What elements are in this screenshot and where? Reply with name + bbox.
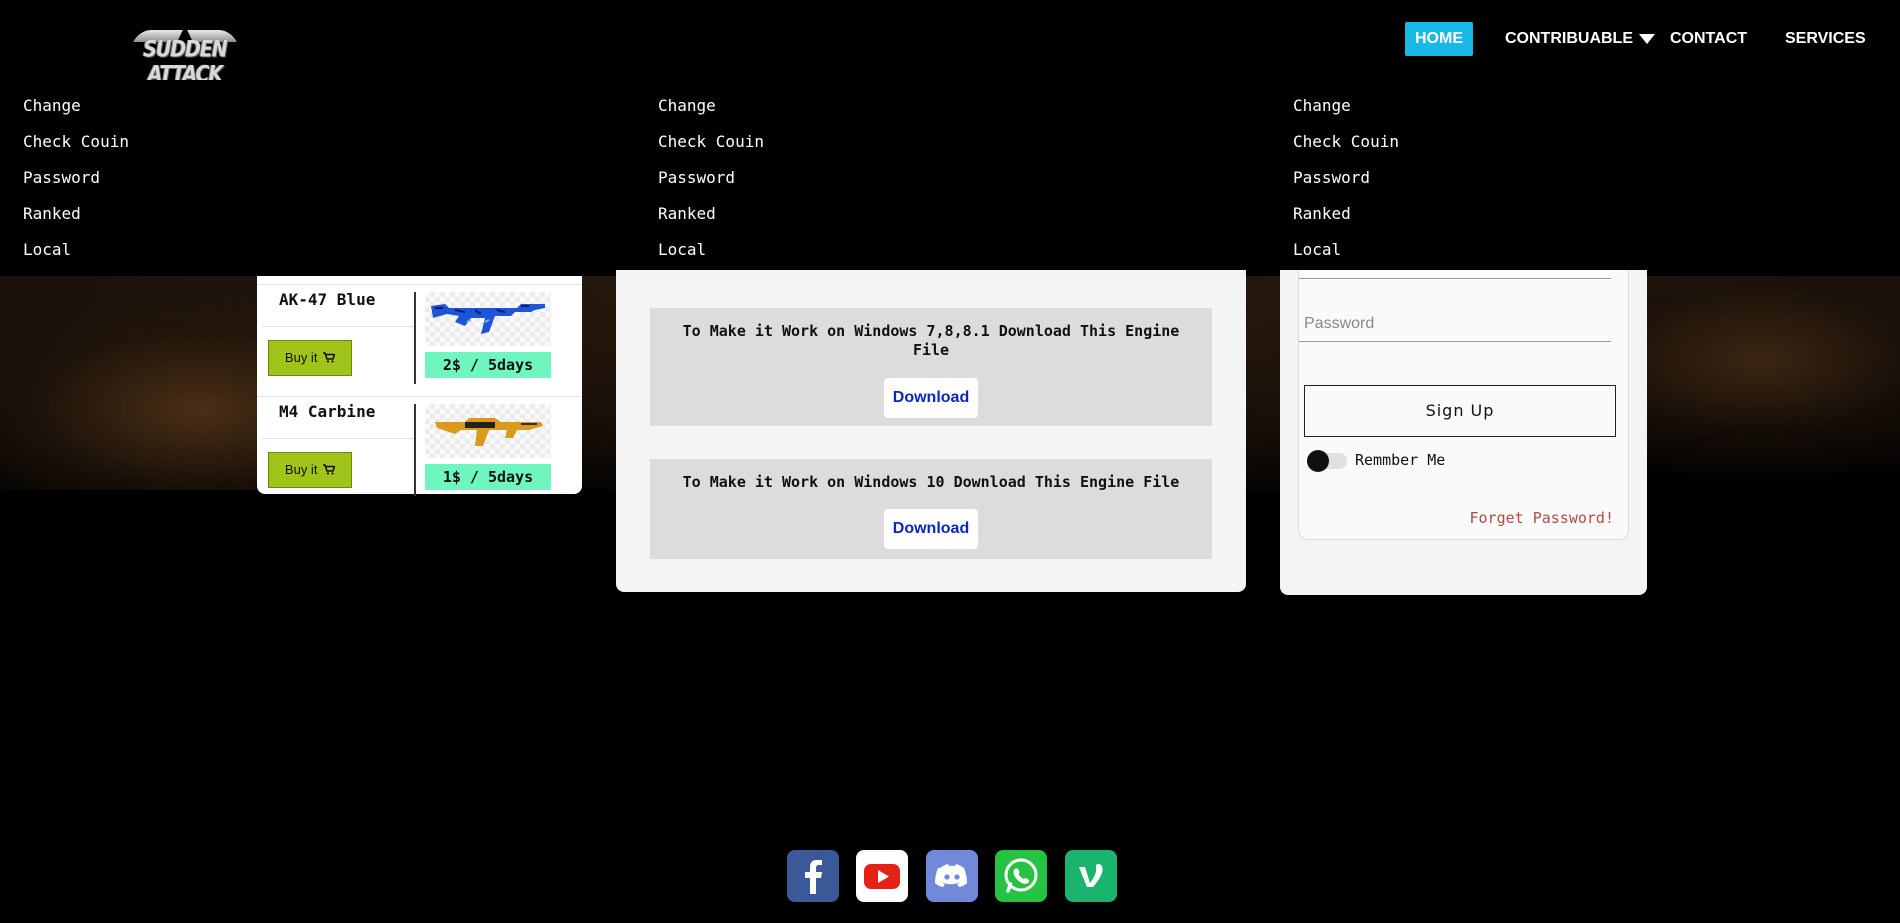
whatsapp-icon[interactable] (995, 850, 1047, 902)
item-name: M4 Carbine (279, 402, 376, 421)
dropdown-item-check-couin[interactable]: Check Couin (635, 128, 1235, 164)
nav-services[interactable]: SERVICES (1775, 22, 1876, 56)
divider (257, 284, 582, 285)
rifle-icon (435, 418, 543, 446)
divider (414, 292, 416, 384)
login-form: Sign Up Remmber Me Forget Password! (1298, 270, 1629, 540)
m4-carbine-image (425, 404, 551, 458)
download-box: To Make it Work on Windows 10 Download T… (650, 459, 1212, 559)
login-card: Sign Up Remmber Me Forget Password! (1280, 270, 1647, 595)
toggle-knob (1307, 450, 1329, 472)
nav-contribuable[interactable]: CONTRIBUABLE (1495, 22, 1665, 56)
dropdown-item-check-couin[interactable]: Check Couin (1270, 128, 1870, 164)
buy-button-label: Buy it (284, 350, 318, 365)
dropdown-column: Change Check Couin Password Ranked Local (635, 92, 1235, 272)
dropdown-item-check-couin[interactable]: Check Couin (0, 128, 600, 164)
contribuable-dropdown: Change Check Couin Password Ranked Local… (0, 80, 1900, 276)
sign-up-button[interactable]: Sign Up (1304, 385, 1616, 437)
dropdown-column: Change Check Couin Password Ranked Local (0, 92, 600, 272)
price-tag: 1$ / 5days (425, 464, 551, 490)
dropdown-item-local[interactable]: Local (635, 236, 1235, 272)
caret-down-icon (1639, 33, 1655, 44)
divider (257, 396, 582, 397)
dropdown-item-ranked[interactable]: Ranked (0, 200, 600, 236)
dropdown-item-change[interactable]: Change (0, 92, 600, 128)
remember-me-toggle[interactable] (1307, 450, 1347, 472)
remember-me-label: Remmber Me (1355, 451, 1446, 469)
dropdown-item-password[interactable]: Password (635, 164, 1235, 200)
input-underline (1299, 278, 1611, 279)
dropdown-item-password[interactable]: Password (1270, 164, 1870, 200)
divider (262, 326, 415, 327)
shop-item: AK-47 Blue Buy it 2$ / 5days (257, 276, 582, 384)
dropdown-item-password[interactable]: Password (0, 164, 600, 200)
divider (414, 404, 416, 496)
discord-icon[interactable] (926, 850, 978, 902)
forget-password-link[interactable]: Forget Password! (1470, 509, 1615, 527)
download-button[interactable]: Download (884, 509, 978, 549)
download-description: To Make it Work on Windows 7,8,8.1 Downl… (682, 322, 1180, 359)
navbar: SUDDEN ATTACK HOME CONTRIBUABLE CONTACT … (0, 0, 1900, 87)
facebook-icon[interactable] (787, 850, 839, 902)
ak47-blue-image (425, 292, 551, 346)
download-button[interactable]: Download (884, 378, 978, 418)
dropdown-item-ranked[interactable]: Ranked (1270, 200, 1870, 236)
dropdown-item-local[interactable]: Local (1270, 236, 1870, 272)
dropdown-column: Change Check Couin Password Ranked Local (1270, 92, 1870, 272)
shop-item: M4 Carbine Buy it 1$ / 5days (257, 388, 582, 496)
dropdown-item-change[interactable]: Change (635, 92, 1235, 128)
youtube-icon[interactable] (856, 850, 908, 902)
vine-icon[interactable] (1065, 850, 1117, 902)
download-card: To Make it Work on Windows 7,8,8.1 Downl… (616, 270, 1246, 592)
nav-home[interactable]: HOME (1405, 22, 1473, 56)
rifle-icon (431, 304, 545, 334)
buy-button-label: Buy it (284, 462, 318, 477)
cart-icon (323, 352, 336, 363)
divider (262, 438, 415, 439)
price-tag: 2$ / 5days (425, 352, 551, 378)
item-name: AK-47 Blue (279, 290, 376, 309)
nav-contribuable-label: CONTRIBUABLE (1505, 30, 1633, 47)
dropdown-item-local[interactable]: Local (0, 236, 600, 272)
buy-button[interactable]: Buy it (268, 452, 352, 488)
dropdown-item-change[interactable]: Change (1270, 92, 1870, 128)
shop-card: AK-47 Blue Buy it 2$ / 5days M4 Carbine … (257, 276, 582, 496)
dropdown-item-ranked[interactable]: Ranked (635, 200, 1235, 236)
nav-contact[interactable]: CONTACT (1660, 22, 1757, 56)
site-logo[interactable]: SUDDEN ATTACK (120, 24, 250, 87)
cart-icon (323, 464, 336, 475)
download-description: To Make it Work on Windows 10 Download T… (682, 473, 1180, 491)
password-input[interactable] (1299, 306, 1611, 342)
buy-button[interactable]: Buy it (268, 340, 352, 376)
download-box: To Make it Work on Windows 7,8,8.1 Downl… (650, 308, 1212, 426)
